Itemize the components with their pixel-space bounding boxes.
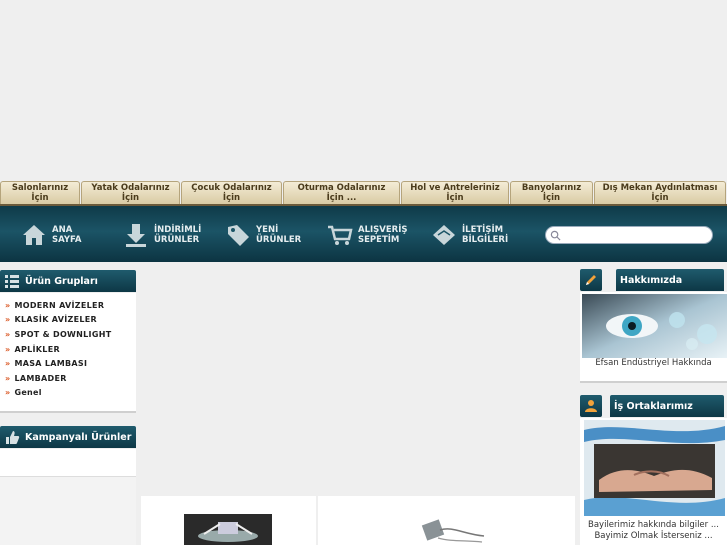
chevron-right-icon: » [5,300,11,310]
category-tab[interactable]: Salonlarınız İçin [0,181,80,204]
nav-cart-label: ALIŞVERİŞ SEPETİM [358,225,408,245]
partners-body[interactable]: Bayilerimiz hakkında bilgiler ... Bayimi… [580,418,727,545]
product-group-item[interactable]: » MASA LAMBASI [0,356,136,371]
tag-icon [228,225,249,246]
product-group-label: MODERN AVİZELER [14,300,105,310]
product-groups-list: » MODERN AVİZELER» KLASİK AVİZELER» SPOT & … [0,293,136,413]
about-title: Hakkımızda [620,274,683,286]
product-group-label: LAMBADER [14,373,67,383]
user-icon [585,400,597,412]
nav-contact-label: İLETİŞİM BİLGİLERİ [462,225,509,245]
nav-new-label: YENİ ÜRÜNLER [256,225,302,245]
product-group-item[interactable]: » LAMBADER [0,371,136,386]
campaign-title: Kampanyalı Ürünler [25,431,132,443]
about-caption: Efsan Endüstriyel Hakkında [595,358,712,368]
nav-home[interactable]: ANA SAYFA [20,220,81,250]
product-card[interactable] [141,496,316,545]
product-group-label: SPOT & DOWNLIGHT [14,329,112,339]
thumbs-up-icon [6,431,20,444]
chevron-right-icon: » [5,373,11,383]
category-tab[interactable]: Oturma Odalarınız İçin ... [283,181,400,204]
about-icon-box [580,269,602,291]
category-tab-bar: Salonlarınız İçin Yatak Odalarınız İçin Ço… [0,181,727,204]
chevron-right-icon: » [5,329,11,339]
about-header: Hakkımızda [616,269,724,291]
chevron-right-icon: » [5,359,11,369]
campaign-slot [0,477,136,545]
handshake-image [584,420,725,516]
search-input[interactable] [564,228,708,242]
pencil-icon [586,275,596,285]
download-arrow-icon [126,224,146,247]
product-group-label: KLASİK AVİZELER [14,315,97,325]
cart-icon [328,225,353,245]
category-tab[interactable]: Çocuk Odalarınız İçin [181,181,282,204]
eye-image [582,294,727,358]
product-image [184,514,272,545]
nav-discount-label: İNDİRİMLİ ÜRÜNLER [154,225,202,245]
product-group-item[interactable]: » APLİKLER [0,342,136,357]
product-card[interactable] [318,496,575,545]
product-group-label: APLİKLER [14,344,60,354]
partners-caption-1[interactable]: Bayilerimiz hakkında bilgiler ... [580,520,727,530]
chevron-right-icon: » [5,315,11,325]
list-icon [5,275,19,288]
main-nav: ANA SAYFA İNDİRİMLİ ÜRÜNLER YENİ ÜRÜNLER… [0,204,727,262]
product-group-item[interactable]: » Genel [0,386,136,401]
home-icon [23,225,45,245]
product-group-label: Genel [14,388,42,398]
nav-discount[interactable]: İNDİRİMLİ ÜRÜNLER [122,220,201,250]
product-group-item[interactable]: » KLASİK AVİZELER [0,313,136,328]
product-group-label: MASA LAMBASI [14,359,88,369]
partners-caption-2[interactable]: Bayimiz Olmak İsterseniz ... [580,531,727,541]
search-icon [550,230,561,241]
partners-icon-box [580,395,602,417]
campaign-header: Kampanyalı Ürünler [0,426,136,448]
product-group-item[interactable]: » MODERN AVİZELER [0,298,136,313]
chevron-right-icon: » [5,388,11,398]
category-tab[interactable]: Banyolarınız İçin [510,181,593,204]
nav-cart[interactable]: ALIŞVERİŞ SEPETİM [326,220,408,250]
envelope-icon [433,225,455,245]
nav-home-label: ANA SAYFA [52,225,82,245]
category-tab[interactable]: Dış Mekan Aydınlatması İçin [594,181,726,204]
partners-title: İş Ortaklarımız [614,400,693,412]
campaign-body [0,449,136,545]
nav-contact[interactable]: İLETİŞİM BİLGİLERİ [430,220,508,250]
product-group-item[interactable]: » SPOT & DOWNLIGHT [0,327,136,342]
nav-new[interactable]: YENİ ÜRÜNLER [224,220,301,250]
product-groups-header: Ürün Grupları [0,270,136,292]
partners-header: İş Ortaklarımız [610,395,724,417]
campaign-slot [0,449,136,477]
about-body[interactable]: Efsan Endüstriyel Hakkında [580,292,727,383]
category-tab[interactable]: Yatak Odalarınız İçin [81,181,180,204]
search-box [545,226,713,244]
product-groups-title: Ürün Grupları [25,275,98,287]
category-tab[interactable]: Hol ve Antreleriniz İçin [401,181,509,204]
chevron-right-icon: » [5,344,11,354]
product-image [421,519,485,543]
